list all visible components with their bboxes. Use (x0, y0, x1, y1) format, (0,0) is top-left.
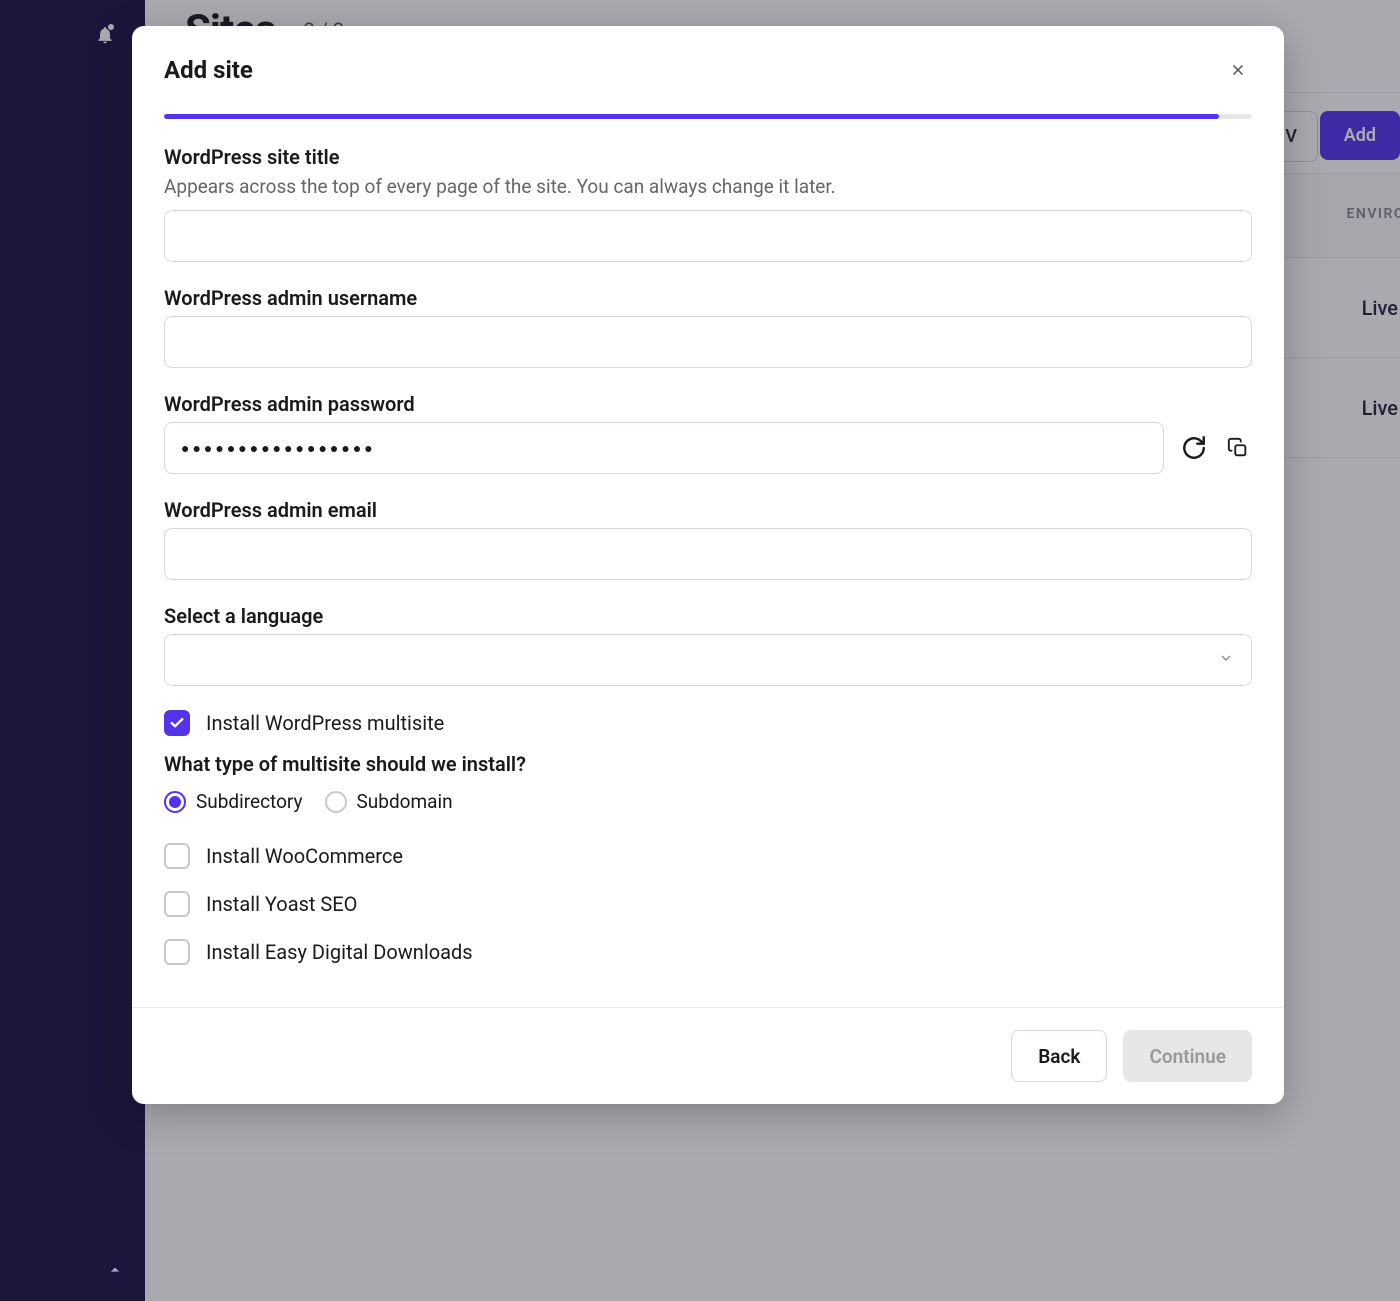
modal-title: Add site (164, 56, 253, 84)
site-title-help: Appears across the top of every page of … (164, 175, 1252, 198)
admin-email-input[interactable] (164, 528, 1252, 580)
admin-username-label: WordPress admin username (164, 286, 1252, 310)
subdomain-radio[interactable] (325, 791, 347, 813)
yoast-label: Install Yoast SEO (206, 892, 357, 916)
admin-password-input[interactable] (164, 422, 1164, 474)
back-button[interactable]: Back (1011, 1030, 1107, 1082)
continue-button[interactable]: Continue (1123, 1030, 1252, 1082)
subdomain-label: Subdomain (357, 790, 453, 813)
add-site-modal: Add site WordPress site title Appears ac… (132, 26, 1284, 1104)
multisite-question: What type of multisite should we install… (164, 752, 1252, 776)
admin-password-label: WordPress admin password (164, 392, 1252, 416)
subdirectory-radio[interactable] (164, 791, 186, 813)
subdirectory-label: Subdirectory (196, 790, 303, 813)
multisite-checkbox[interactable] (164, 710, 190, 736)
language-label: Select a language (164, 604, 1252, 628)
close-icon[interactable] (1224, 56, 1252, 84)
edd-checkbox[interactable] (164, 939, 190, 965)
language-select[interactable] (164, 634, 1252, 686)
admin-email-label: WordPress admin email (164, 498, 1252, 522)
woocommerce-label: Install WooCommerce (206, 844, 403, 868)
regenerate-password-icon[interactable] (1180, 434, 1208, 462)
copy-password-icon[interactable] (1224, 434, 1252, 462)
site-title-label: WordPress site title (164, 145, 1252, 169)
multisite-label: Install WordPress multisite (206, 711, 444, 735)
yoast-checkbox[interactable] (164, 891, 190, 917)
admin-username-input[interactable] (164, 316, 1252, 368)
site-title-input[interactable] (164, 210, 1252, 262)
woocommerce-checkbox[interactable] (164, 843, 190, 869)
edd-label: Install Easy Digital Downloads (206, 940, 473, 964)
